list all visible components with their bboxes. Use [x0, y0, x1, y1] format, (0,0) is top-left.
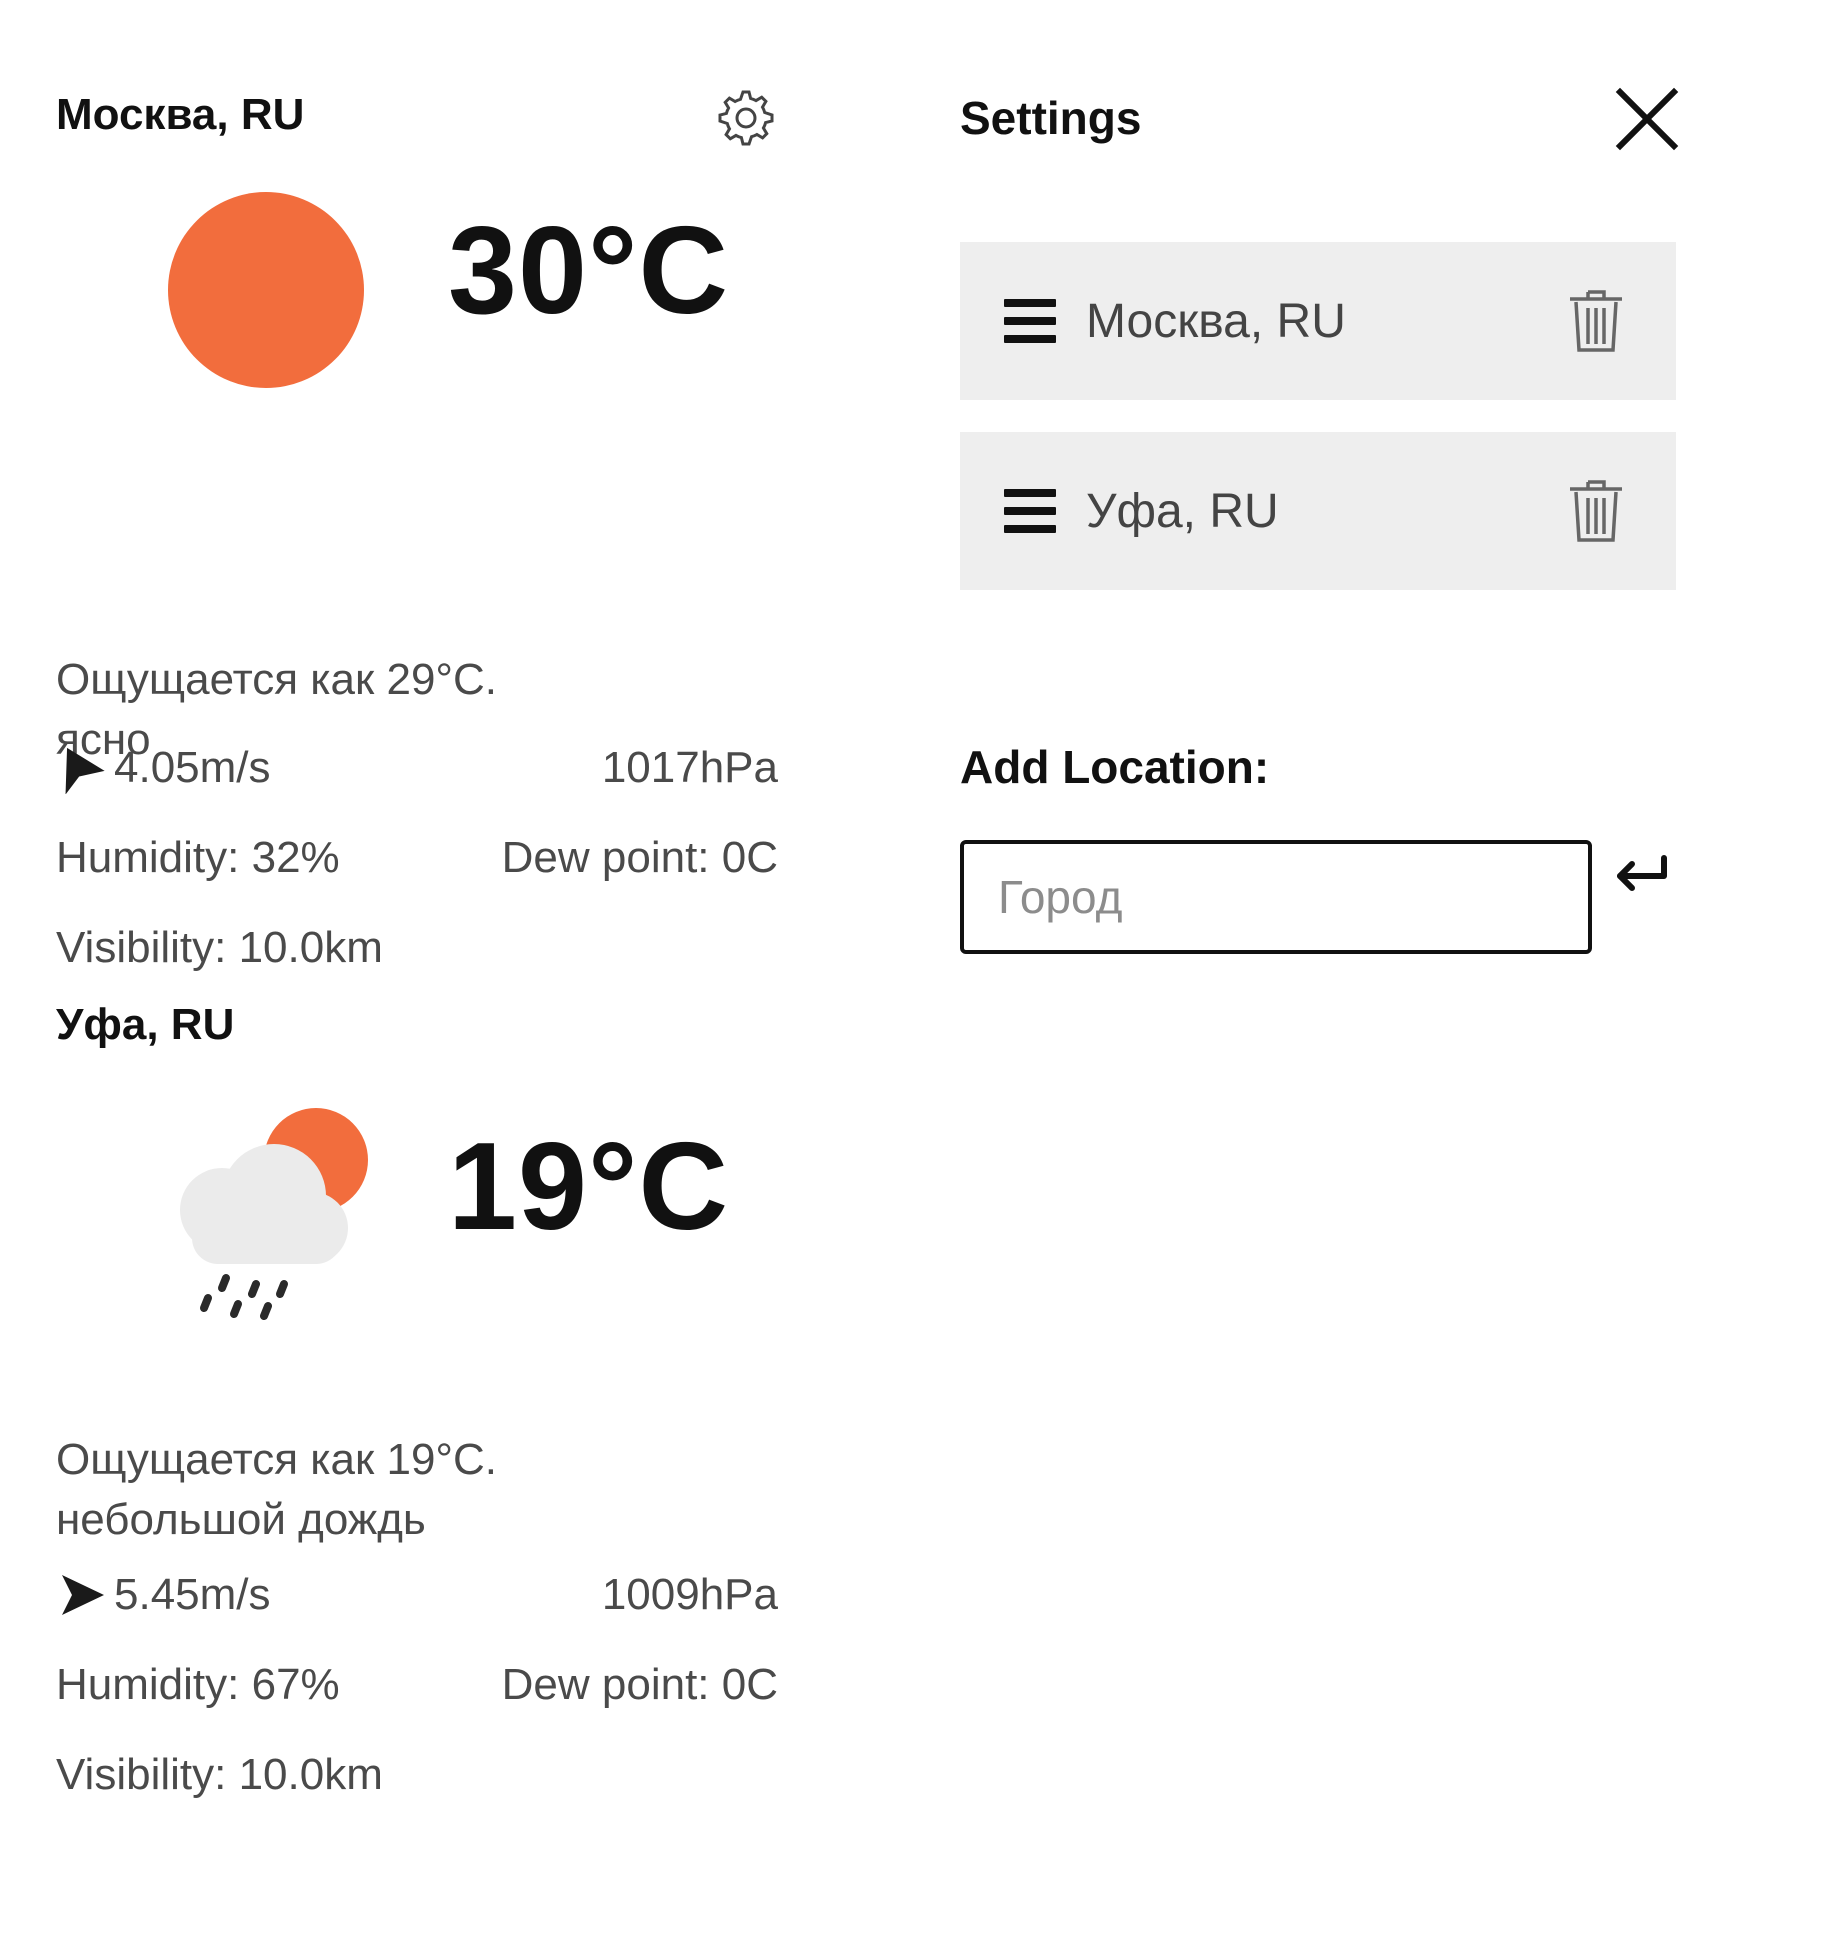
close-icon	[1615, 87, 1679, 151]
settings-panel: Settings Москва, RU Уфа, RU Add Location…	[960, 80, 1680, 954]
weather-icon-wrap	[156, 180, 376, 400]
visibility-row: Visibility: 10.0km	[56, 1730, 778, 1820]
location-name: Уфа, RU	[1086, 484, 1279, 538]
feels-like-text: Ощущается как 19°C. небольшой дождь	[56, 1435, 498, 1544]
wind-speed: 4.05m/s	[114, 743, 271, 792]
pressure: 1017hPa	[601, 743, 778, 792]
trash-icon	[1570, 480, 1622, 542]
city-title: Уфа, RU	[56, 1000, 235, 1049]
submit-location-button[interactable]	[1610, 850, 1672, 902]
wind-pressure-row: 4.05m/s 1017hPa	[56, 723, 778, 813]
pressure: 1009hPa	[601, 1570, 778, 1619]
enter-icon	[1617, 855, 1667, 891]
humidity: Humidity: 32%	[56, 833, 340, 882]
card-header: Москва, RU	[56, 80, 778, 150]
dew-point: Dew point: 0C	[501, 1660, 778, 1709]
settings-title: Settings	[960, 92, 1142, 144]
location-item[interactable]: Уфа, RU	[960, 432, 1676, 590]
weather-panel: Москва, RU 30°C Ощущается как 29°C. ясно	[56, 80, 778, 1890]
delete-location-button[interactable]	[1568, 288, 1624, 354]
location-list: Москва, RU Уфа, RU	[960, 242, 1676, 622]
visibility: Visibility: 10.0km	[56, 923, 383, 972]
drag-handle-icon[interactable]	[1004, 297, 1056, 345]
humidity-dew-row: Humidity: 67% Dew point: 0C	[56, 1640, 778, 1730]
wind-info: 4.05m/s	[56, 742, 271, 794]
city-title: Москва, RU	[56, 90, 305, 139]
sun-icon	[168, 192, 364, 388]
location-name: Москва, RU	[1086, 294, 1346, 348]
humidity-dew-row: Humidity: 32% Dew point: 0C	[56, 813, 778, 903]
close-settings-button[interactable]	[1614, 86, 1680, 152]
temperature: 30°C	[448, 202, 730, 340]
wind-speed: 5.45m/s	[114, 1570, 271, 1619]
drag-handle-icon[interactable]	[1004, 487, 1056, 535]
temperature: 19°C	[448, 1118, 730, 1256]
wind-direction-icon	[65, 747, 105, 794]
wind-pressure-row: 5.45m/s 1009hPa	[56, 1550, 778, 1640]
settings-header: Settings	[960, 80, 1680, 156]
city-input[interactable]	[960, 840, 1592, 954]
weather-card-ufa: Уфа, RU 19°C Ощущается как 19°C. небольш…	[56, 990, 778, 1890]
humidity: Humidity: 67%	[56, 1660, 340, 1709]
trash-icon	[1570, 290, 1622, 352]
dew-point: Dew point: 0C	[501, 833, 778, 882]
weather-icon-wrap	[156, 1100, 376, 1320]
wind-direction-icon	[62, 1575, 104, 1615]
location-item[interactable]: Москва, RU	[960, 242, 1676, 400]
weather-card-moscow: Москва, RU 30°C Ощущается как 29°C. ясно	[56, 80, 778, 990]
visibility-row: Visibility: 10.0km	[56, 903, 778, 993]
gear-icon	[718, 90, 774, 146]
cloud-sun-rain-icon	[180, 1108, 368, 1320]
add-location-label: Add Location:	[960, 741, 1270, 793]
visibility: Visibility: 10.0km	[56, 1750, 383, 1799]
settings-button[interactable]	[714, 86, 778, 150]
wind-info: 5.45m/s	[56, 1569, 271, 1621]
delete-location-button[interactable]	[1568, 478, 1624, 544]
